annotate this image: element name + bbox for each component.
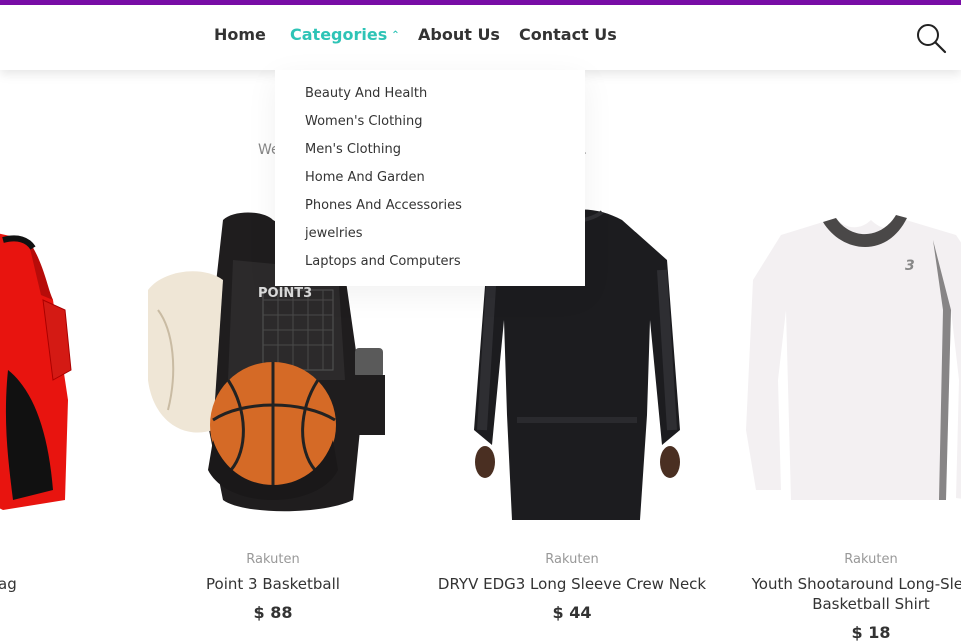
svg-text:POINT3: POINT3 [258,286,312,301]
product-brand: Rakuten [844,552,898,567]
site-header: Home Categories ⌃ About Us Contact Us [0,5,961,70]
search-button[interactable] [915,22,947,54]
product-brand: Rakuten [246,552,300,567]
nav-home[interactable]: Home [214,25,266,44]
dropdown-item-laptops-and-computers[interactable]: Laptops and Computers [275,252,585,280]
search-icon [917,24,947,54]
product-name[interactable]: ts Bag [0,574,143,594]
dropdown-item-jewelries[interactable]: jewelries [275,224,585,252]
nav-categories[interactable]: Categories ⌃ [290,25,400,44]
chevron-up-icon: ⌃ [391,30,400,41]
product-price: $ 88 [253,603,293,622]
dropdown-item-phones-and-accessories[interactable]: Phones And Accessories [275,196,585,224]
product-name[interactable]: DRYV EDG3 Long Sleeve Crew Neck [422,574,722,594]
dropdown-item-beauty-and-health[interactable]: Beauty And Health [275,84,585,112]
product-price: $ 18 [851,623,891,642]
dropdown-item-mens-clothing[interactable]: Men's Clothing [275,140,585,168]
product-name[interactable]: Youth Shootaround Long-Sleeve Basketball… [721,574,961,614]
categories-dropdown-menu: Beauty And Health Women's Clothing Men's… [275,70,585,286]
product-name[interactable]: Point 3 Basketball [123,574,423,594]
nav-about-us[interactable]: About Us [418,25,500,44]
svg-text:3: 3 [905,258,915,274]
product-image-white-long-sleeve-shirt[interactable]: 3 [721,200,961,525]
dropdown-item-womens-clothing[interactable]: Women's Clothing [275,112,585,140]
nav-categories-label: Categories [290,25,388,44]
product-image-red-backpack[interactable] [0,200,143,525]
main-nav: Home Categories ⌃ About Us Contact Us [0,5,961,70]
product-brand: Rakuten [545,552,599,567]
product-price: $ 44 [552,603,592,622]
dropdown-item-home-and-garden[interactable]: Home And Garden [275,168,585,196]
nav-contact-us[interactable]: Contact Us [519,25,617,44]
